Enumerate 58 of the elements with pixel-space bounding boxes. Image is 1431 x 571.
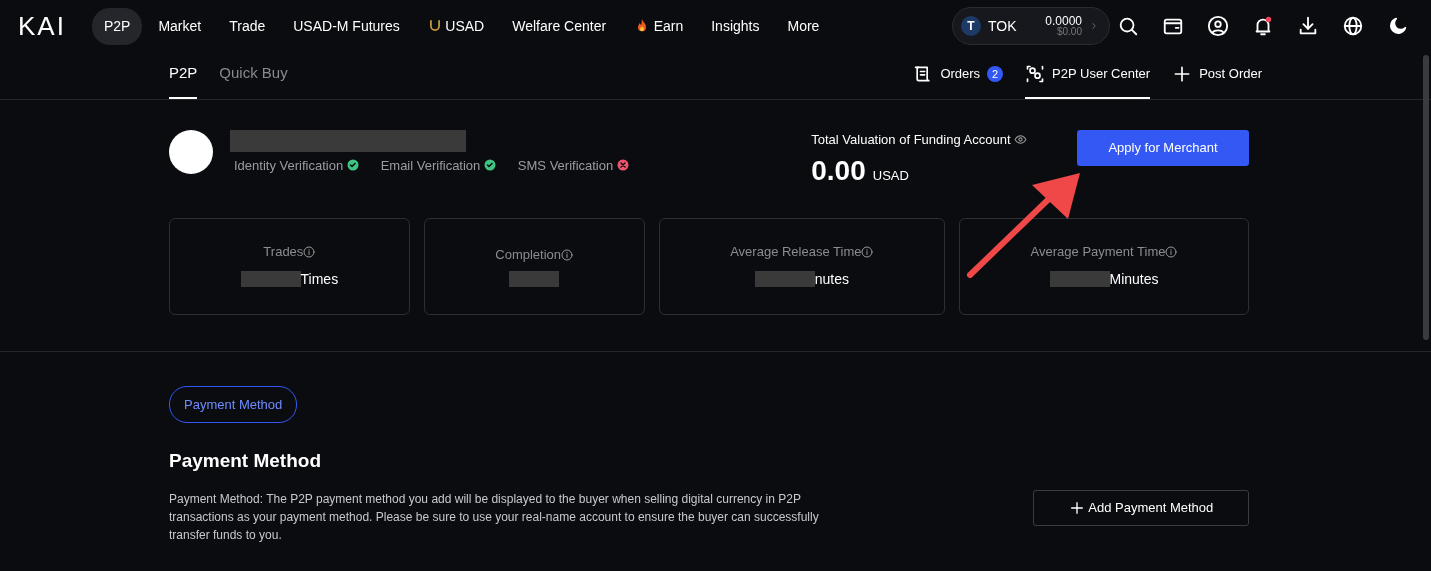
nav-item[interactable]: Market — [146, 7, 214, 45]
stat-value: Minutes — [1109, 269, 1159, 289]
nav-item[interactable]: USAD — [415, 7, 497, 45]
nav-item[interactable]: Insights — [699, 7, 772, 45]
coin-name: TOK — [988, 16, 1017, 36]
section-title: Payment Method — [169, 449, 323, 473]
wallet-usd: $0.00 — [1055, 27, 1082, 37]
nav-item[interactable]: Welfare Center — [500, 7, 619, 45]
stat-value: nutes — [814, 269, 849, 289]
search-icon[interactable] — [1117, 15, 1139, 37]
nav-item[interactable]: Earn — [622, 7, 696, 45]
verification-label: Identity Verification — [234, 156, 344, 175]
toolbar-link[interactable]: P2P User Center — [1025, 52, 1151, 99]
wallet-selector[interactable]: T TOK 0.0000 $0.00 — [952, 7, 1110, 45]
valuation-label: Total Valuation of Funding Account — [811, 131, 1011, 149]
nav-item[interactable]: More — [775, 7, 832, 45]
scrollbar[interactable] — [1423, 55, 1429, 340]
redaction-mask — [754, 271, 815, 288]
add-payment-button[interactable]: Add Payment Method — [1033, 489, 1249, 526]
plus-icon — [1068, 499, 1085, 516]
users-icon — [1025, 64, 1046, 84]
description-text: Payment Method: The P2P payment method you add will be displayed to the buyer when selling digital currency in P2P transactions as your payment method. Please be sure to use your real-name account to ensure the buyer can successfully transfer funds to you. — [169, 490, 820, 544]
info-icon[interactable] — [561, 248, 574, 261]
verification-label: SMS Verification — [517, 156, 614, 175]
globe-icon[interactable] — [1342, 15, 1364, 37]
stat-label: Completion — [495, 245, 562, 264]
redaction-mask — [240, 271, 301, 288]
logo[interactable]: KAI — [18, 6, 66, 46]
stat-label: Trades — [263, 243, 304, 262]
info-icon[interactable] — [1165, 246, 1178, 258]
apply-merchant-button[interactable]: Apply for Merchant — [1077, 130, 1249, 166]
tab[interactable]: P2P — [169, 49, 198, 99]
profile-icon[interactable] — [1207, 15, 1229, 37]
currency-label: USAD — [872, 166, 909, 185]
stat-label: Average Release Time — [730, 243, 862, 262]
stat-label: Average Payment Time — [1030, 243, 1166, 262]
nav-item[interactable]: USAD-M Futures — [281, 7, 412, 45]
download-icon[interactable] — [1297, 15, 1319, 37]
avatar — [169, 130, 213, 174]
info-icon[interactable] — [861, 246, 874, 258]
toolbar-link[interactable]: Orders 2 — [913, 52, 1004, 99]
stat-value: Times — [300, 269, 339, 289]
toolbar-link[interactable]: Post Order — [1172, 52, 1262, 99]
coin-icon: T — [961, 16, 981, 36]
nav-item[interactable]: P2P — [91, 7, 143, 45]
chevron-icon — [1089, 21, 1099, 31]
verification-label: Email Verification — [380, 156, 481, 175]
wallet-amount: 0.0000 — [1045, 15, 1082, 27]
count-badge: 2 — [987, 66, 1004, 82]
moon-icon[interactable] — [1387, 15, 1409, 37]
tab[interactable]: Quick Buy — [219, 49, 288, 99]
valuation-amount: 0.00 — [811, 153, 866, 188]
redaction-mask — [509, 271, 560, 288]
eye-icon[interactable] — [1014, 133, 1027, 147]
nav-item[interactable]: Trade — [217, 7, 278, 45]
section-tab[interactable]: Payment Method — [169, 385, 298, 423]
redaction-mask — [1049, 271, 1110, 288]
info-icon[interactable] — [303, 246, 316, 258]
